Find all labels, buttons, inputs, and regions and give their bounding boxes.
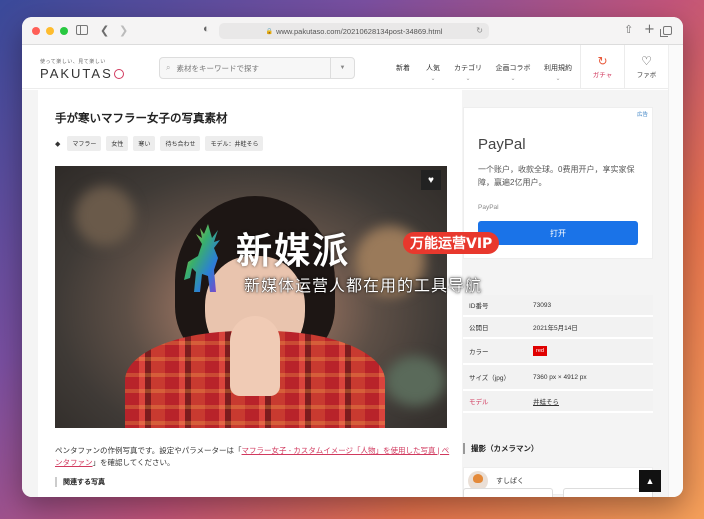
tag-item[interactable]: マフラー <box>67 136 102 151</box>
search-icon: ⌕ <box>166 63 171 72</box>
favorites-button[interactable]: ♡ ファボ <box>624 45 668 89</box>
ad-source: PayPal <box>478 204 499 211</box>
tag-list: ◆ マフラー 女性 寒い 待ち合わせ モデル：井蛙そら <box>55 136 264 151</box>
arrow-up-icon: ▲ <box>645 476 655 486</box>
privacy-shield-icon[interactable]: ◐ <box>203 23 210 35</box>
info-value: 7360 px × 4912 px <box>533 373 587 381</box>
nav-collab[interactable]: 企画コラボ ⌄ <box>489 45 537 89</box>
color-chip[interactable]: red <box>533 346 547 356</box>
favorite-heart-icon[interactable]: ♥ <box>421 170 441 190</box>
reload-icon[interactable]: ↻ <box>476 26 483 35</box>
bottom-button-left[interactable] <box>463 488 553 497</box>
photo-description: ペンタファンの作例写真です。設定やパラメーターは「マフラー女子 - カスタムイメ… <box>55 445 450 469</box>
model-link[interactable]: 井蛙そら <box>533 396 653 406</box>
search-dropdown-icon[interactable]: ▼ <box>330 58 354 78</box>
photo-hands <box>230 316 280 396</box>
forward-arrow-icon[interactable]: ❯ <box>119 24 128 37</box>
nav-terms-label: 利用規約 <box>544 65 572 72</box>
photo-info-table: ID番号 73093 公開日 2021年5月14日 カラー red サイズ（jp… <box>463 295 653 413</box>
info-row-model: モデル 井蛙そら <box>463 391 653 413</box>
tag-item[interactable]: 待ち合わせ <box>160 136 201 151</box>
nav-category[interactable]: カテゴリ ⌄ <box>447 45 489 89</box>
logo-text: PAKUTAS <box>40 66 113 81</box>
info-key: ID番号 <box>469 303 489 310</box>
ad-body: 一个账户，收款全球。0费用开户，享实家保障，赢遍2亿用户。 <box>478 165 635 187</box>
address-bar[interactable]: 🔒 www.pakutaso.com/20210628134post-34869… <box>219 23 489 39</box>
watermark-overlay: 新媒派 万能运营VIP 新媒体运营人都在用的工具导航 <box>178 222 538 300</box>
tag-item[interactable]: モデル：井蛙そら <box>205 136 264 151</box>
info-value: 2021年5月14日 <box>533 325 578 332</box>
lock-icon: 🔒 <box>265 28 274 35</box>
nav-new[interactable]: 新着 <box>387 45 419 89</box>
info-key: モデル <box>469 399 489 406</box>
info-key: 公開日 <box>469 325 489 332</box>
chevron-down-icon: ⌄ <box>430 76 436 82</box>
info-row-size: サイズ（jpg） 7360 px × 4912 px <box>463 365 653 391</box>
chevron-down-icon: ⌄ <box>555 76 561 82</box>
gacha-button[interactable]: ↻ ガチャ <box>580 45 624 89</box>
page-title: 手が寒いマフラー女子の写真素材 <box>55 113 228 125</box>
desc-prefix: ペンタファンの作例写真です。設定やパラメーターは「 <box>55 446 242 455</box>
close-window-button[interactable] <box>32 26 40 35</box>
info-value: 73093 <box>533 301 552 309</box>
scrollbar-track[interactable] <box>668 45 683 497</box>
info-row-date: 公開日 2021年5月14日 <box>463 317 653 339</box>
chevron-down-icon: ⌄ <box>465 76 471 82</box>
back-arrow-icon[interactable]: ❮ <box>100 24 109 37</box>
ad-title: PayPal <box>478 136 526 153</box>
chevron-down-icon: ⌄ <box>510 76 516 82</box>
minimize-window-button[interactable] <box>46 26 54 35</box>
photographer-name: すしぱく <box>496 478 524 485</box>
search-box[interactable]: ⌕ ▼ <box>159 57 355 79</box>
fav-label: ファボ <box>636 72 657 79</box>
site-logo[interactable]: PAKUTAS <box>40 66 124 81</box>
nav-new-label: 新着 <box>396 65 410 72</box>
nav-terms[interactable]: 利用規約 ⌄ <box>537 45 579 89</box>
new-tab-icon[interactable]: + <box>644 22 655 37</box>
bokeh-light <box>385 356 445 406</box>
nav-category-label: カテゴリ <box>454 65 482 72</box>
tag-item[interactable]: 女性 <box>106 136 129 151</box>
watermark-badge: 万能运营VIP <box>403 232 500 254</box>
watermark-subtitle: 新媒体运营人都在用的工具导航 <box>244 276 483 295</box>
ad-badge[interactable]: 広告 <box>637 110 648 118</box>
desc-suffix: 」を確認してください。 <box>92 458 175 467</box>
scroll-to-top-button[interactable]: ▲ <box>639 470 661 492</box>
info-value: red <box>533 346 653 356</box>
nav-collab-label: 企画コラボ <box>495 65 531 72</box>
watermark-brand: 新媒派 <box>236 231 351 272</box>
info-key: サイズ（jpg） <box>469 375 510 382</box>
tab-overview-icon[interactable] <box>660 26 672 37</box>
deer-logo-icon <box>184 224 220 292</box>
tag-icon: ◆ <box>55 140 61 148</box>
photographer-heading: 撮影（カメラマン） <box>463 443 539 454</box>
nav-popular[interactable]: 人気 ⌄ <box>419 45 447 89</box>
search-input[interactable] <box>176 63 327 73</box>
url-text: www.pakutaso.com/20210628134post-34869.h… <box>276 26 443 36</box>
share-icon[interactable]: ⇧ <box>624 23 633 36</box>
site-header: 使って楽しい、見て楽しい PAKUTAS ⌕ ▼ 新着 人気 ⌄ カテゴリ ⌄ 企画… <box>22 45 683 89</box>
browser-toolbar: ❮ ❯ ◐ 🔒 www.pakutaso.com/20210628134post… <box>22 17 683 45</box>
heart-icon: ♡ <box>641 54 652 68</box>
logo-tagline: 使って楽しい、見て楽しい <box>40 59 106 65</box>
nav-popular-label: 人気 <box>426 65 440 72</box>
sidebar-toggle-icon[interactable] <box>76 25 88 35</box>
gacha-label: ガチャ <box>592 72 613 79</box>
window-controls <box>32 26 68 35</box>
info-key: カラー <box>469 349 489 356</box>
global-nav: 新着 人気 ⌄ カテゴリ ⌄ 企画コラボ ⌄ 利用規約 ⌄ <box>387 45 579 89</box>
logo-o-icon <box>113 69 124 79</box>
shuffle-icon: ↻ <box>597 54 608 68</box>
bokeh-light <box>75 186 135 246</box>
tag-item[interactable]: 寒い <box>133 136 156 151</box>
zoom-window-button[interactable] <box>60 26 68 35</box>
info-row-color: カラー red <box>463 339 653 365</box>
related-heading: 関連する写真 <box>55 477 105 487</box>
